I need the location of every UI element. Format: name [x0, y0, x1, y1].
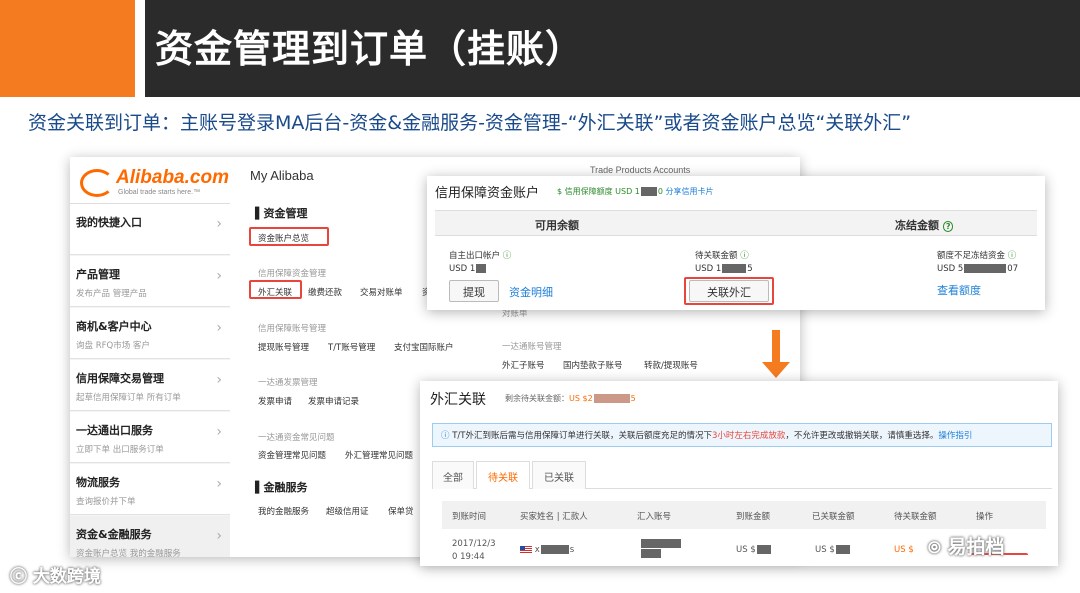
help-icon: ? [942, 221, 954, 232]
tt-account-link[interactable]: T/T账号管理 [328, 341, 375, 353]
share-card-link[interactable]: 分享信用卡片 [666, 187, 714, 196]
credit-fund-account-panel: 信用保障资金账户 $ 信用保障额度 USD 10 分享信用卡片 可用余额 冻结金… [427, 176, 1045, 310]
section-finance-service: ▌金融服务 [255, 481, 308, 494]
available-balance: USD 1 [449, 264, 487, 274]
credit-limit-text: $ 信用保障额度 USD 10 分享信用卡片 [557, 187, 714, 196]
policy-loan-link[interactable]: 保单贷 [388, 505, 414, 517]
sidebar-item-logistics[interactable]: 物流服务 查询报价并下单 › [70, 464, 230, 515]
panel-title: 外汇关联 [430, 392, 486, 408]
wechat-icon: ⦾ [928, 538, 941, 557]
chevron-right-icon: › [216, 216, 222, 232]
pending-amount: USD 15 [695, 264, 753, 274]
faq-fund-link[interactable]: 资金管理常见问题 [258, 449, 326, 461]
account-number [640, 539, 682, 559]
chevron-right-icon: › [216, 320, 222, 336]
advance-subaccount-link[interactable]: 国内垫款子账号 [563, 359, 623, 371]
payment-link[interactable]: 缴费还款 [308, 286, 342, 298]
sidebar-item-trade-assurance[interactable]: 信用保障交易管理 起草信用保障订单 所有订单 › [70, 360, 230, 411]
sidebar-item-products[interactable]: 产品管理 发布产品 管理产品 › [70, 256, 230, 307]
guide-link[interactable]: 操作指引 [938, 431, 972, 441]
transfer-account-link[interactable]: 转款/提现账号 [644, 359, 698, 371]
tab-linked[interactable]: 已关联 [532, 461, 586, 489]
invoice-apply-link[interactable]: 发票申请 [258, 395, 292, 407]
my-alibaba-title: My Alibaba [250, 168, 314, 183]
withdraw-account-link[interactable]: 提现账号管理 [258, 341, 309, 353]
super-lc-link[interactable]: 超级信用证 [326, 505, 369, 517]
chevron-right-icon: › [216, 424, 222, 440]
chevron-right-icon: › [216, 476, 222, 492]
alibaba-logo[interactable]: Alibaba.com Global trade starts here.™ [78, 165, 229, 201]
watermark-right: ⦾ 易拍档 [928, 536, 1005, 558]
top-nav[interactable]: Trade Products Accounts [590, 165, 690, 175]
invoice-record-link[interactable]: 发票申请记录 [308, 395, 359, 407]
tab-pending[interactable]: 待关联 [476, 461, 530, 489]
help-icon: ⓘ [502, 251, 512, 261]
help-icon: ⓘ [740, 251, 749, 261]
arrow-down-icon [762, 330, 790, 378]
highlight-box [249, 280, 302, 299]
sidebar-item-finance[interactable]: 资金&金融服务 资金账户总览 我的金融服务 › [70, 516, 230, 557]
sidebar-item-export-service[interactable]: 一达通出口服务 立即下单 出口服务订单 › [70, 412, 230, 463]
alipay-account-link[interactable]: 支付宝国际账户 [394, 341, 454, 353]
section-fund-management: ▌资金管理 [255, 207, 308, 220]
tab-all[interactable]: 全部 [432, 461, 474, 489]
tab-bar: 全部 待关联 已关联 [432, 461, 1052, 489]
panel-title: 信用保障资金账户 [435, 186, 540, 201]
info-icon: ⓘ [441, 431, 450, 441]
fx-subaccount-link[interactable]: 外汇子账号 [502, 359, 545, 371]
my-finance-link[interactable]: 我的金融服务 [258, 505, 309, 517]
trade-statement-link[interactable]: 交易对账单 [360, 286, 403, 298]
table-header: 到账时间 买家姓名 | 汇款人 汇入账号 到账金额 已关联金额 待关联金额 操作 [442, 501, 1046, 529]
remaining-amount: 剩余待关联金额：US $2 5 [505, 394, 636, 403]
highlight-box [684, 277, 774, 305]
us-flag-icon [520, 545, 532, 554]
chevron-right-icon: › [216, 372, 222, 388]
view-limit-link[interactable]: 查看额度 [937, 282, 981, 298]
sidebar-item-shortcuts[interactable]: 我的快捷入口 › [70, 204, 230, 255]
sidebar-item-customers[interactable]: 商机&客户中心 询盘 RFQ市场 客户 › [70, 308, 230, 359]
balance-header: 可用余额 冻结金额 ? [435, 210, 1037, 236]
highlight-box [249, 227, 329, 246]
header-accent [0, 0, 135, 97]
buyer-name: xs [520, 545, 574, 555]
page-title: 资金管理到订单（挂账） [155, 27, 585, 71]
fund-detail-link[interactable]: 资金明细 [509, 284, 553, 300]
chevron-right-icon: › [216, 268, 222, 284]
help-icon: ⓘ [1007, 251, 1017, 261]
faq-fx-link[interactable]: 外汇管理常见问题 [345, 449, 413, 461]
chevron-right-icon: › [216, 528, 222, 544]
watermark-left: ⓒ 大数跨境 [10, 567, 101, 587]
alibaba-logo-icon [80, 169, 114, 197]
withdraw-button[interactable]: 提现 [449, 280, 499, 302]
notice-banner: ⓘ T/T外汇到账后需与信用保障订单进行关联，关联后额度充足的情况下3小时左右完… [432, 423, 1052, 447]
frozen-amount: USD 5 07 [937, 264, 1019, 274]
instruction-text: 资金关联到订单：主账号登录MA后台-资金&金融服务-资金管理-“外汇关联”或者资… [28, 112, 912, 134]
watermark-logo-icon: ⓒ [10, 567, 27, 587]
sidebar: 我的快捷入口 › 产品管理 发布产品 管理产品 › 商机&客户中心 询盘 RFQ市场 客… [70, 203, 230, 557]
